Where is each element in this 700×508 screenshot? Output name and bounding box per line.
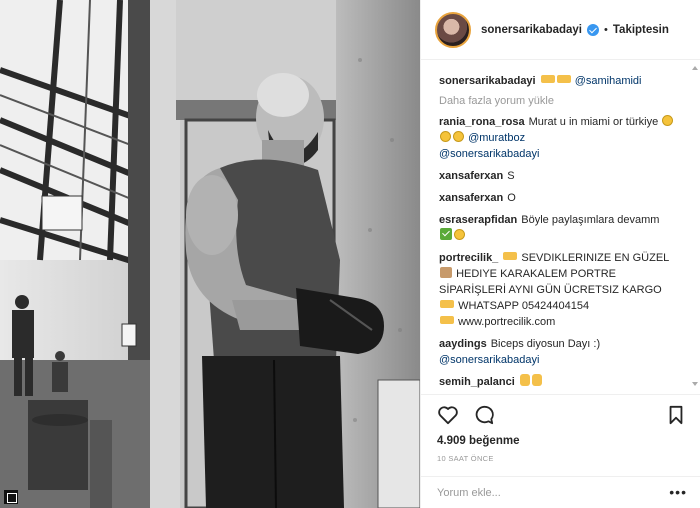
following-button[interactable]: Takiptesin (613, 24, 669, 36)
avatar[interactable] (435, 11, 471, 48)
comment-mention[interactable]: @sonersarikabadayi (439, 148, 539, 160)
comment-text: Böyle paylaşımlara devamm (521, 214, 660, 226)
comment-username[interactable]: xansaferxan (439, 170, 503, 182)
add-comment-bar: ••• (421, 476, 700, 508)
comment-link[interactable]: www.portrecilik.com (458, 316, 555, 328)
post-username[interactable]: sonersarikabadayi (481, 24, 582, 36)
action-icons-row (435, 403, 687, 429)
pointing-hand-emoji-icon (440, 300, 454, 308)
comment-username[interactable]: xansaferxan (439, 192, 503, 204)
pointing-hand-emoji-icon (503, 252, 518, 260)
comment-item: portrecilik_ SEVDIKLERINIZE EN GÜZEL HED… (439, 250, 685, 330)
multi-photo-badge-icon (4, 490, 18, 504)
thumbs-up-emoji-icon (519, 374, 530, 386)
gym-photo-illustration (0, 0, 420, 508)
comment-text: WHATSAPP 05424404154 (458, 300, 590, 312)
comment-text: HEDIYE KARAKALEM PORTRE (456, 268, 617, 280)
crying-laughing-emoji-icon (662, 115, 674, 126)
heart-outline-icon[interactable] (437, 405, 459, 425)
comment-item: semih_palanci (439, 374, 685, 390)
picture-emoji-icon (440, 267, 452, 278)
crying-laughing-emoji-icon (453, 131, 464, 142)
comment-item: xansaferxan S (439, 168, 685, 184)
verified-badge-icon (587, 23, 600, 36)
comment-item: xansaferxan O (439, 190, 685, 206)
comment-item: aaydings Biceps diyosun Dayı :) @sonersar… (439, 336, 685, 368)
scroll-down-arrow-icon[interactable] (692, 382, 698, 386)
comment-text: SEVDIKLERINIZE EN GÜZEL (521, 252, 670, 264)
comment-mention[interactable]: @sonersarikabadayi (439, 354, 539, 366)
comment-username[interactable]: portrecilik_ (439, 252, 498, 264)
comment-username[interactable]: esraserapfidan (439, 214, 517, 226)
crying-laughing-emoji-icon (454, 229, 465, 240)
speech-bubble-icon[interactable] (473, 405, 495, 425)
comment-item: esraserapfidan Böyle paylaşımlara devamm (439, 212, 685, 244)
pointing-hand-emoji-icon (540, 75, 555, 83)
caption-mention[interactable]: @samihamidi (575, 75, 642, 87)
post-timestamp: 10 SAAT ÖNCE (437, 454, 494, 463)
comments-list[interactable]: sonersarikabadayi @samihamidi Daha fazla… (421, 61, 700, 393)
comment-item: rania_rona_rosa Murat u in miami or türki… (439, 114, 685, 162)
comment-mention[interactable]: @muratboz (468, 132, 525, 144)
pointing-hand-emoji-icon (440, 316, 454, 324)
more-options-icon[interactable]: ••• (669, 485, 687, 499)
post-actions: 4.909 beğenme 10 SAAT ÖNCE (421, 394, 700, 463)
post-header: sonersarikabadayi • Takiptesin (421, 0, 700, 60)
likes-count[interactable]: 4.909 beğenme (435, 435, 687, 447)
comment-text: Biceps diyosun Dayı :) (490, 338, 601, 350)
pointing-hand-emoji-icon (556, 75, 571, 83)
crying-laughing-emoji-icon (440, 131, 451, 142)
comment-text: SİPARİŞLERİ AYNI GÜN ÜCRETSIZ KARGO (439, 284, 662, 296)
bookmark-outline-icon[interactable] (667, 405, 685, 425)
comments-scrollbar[interactable] (692, 66, 698, 386)
comment-username[interactable]: semih_palanci (439, 376, 515, 388)
caption: sonersarikabadayi @samihamidi (439, 73, 685, 89)
thumbs-up-emoji-icon (531, 374, 542, 386)
comment-text: O (507, 192, 516, 204)
caption-username[interactable]: sonersarikabadayi (439, 75, 536, 87)
comment-username[interactable]: rania_rona_rosa (439, 116, 525, 128)
header-separator: • (604, 23, 608, 36)
check-mark-emoji-icon (440, 228, 452, 240)
post-photo[interactable] (0, 0, 420, 508)
scroll-up-arrow-icon[interactable] (692, 66, 698, 70)
post-details-panel: sonersarikabadayi • Takiptesin sonersari… (420, 0, 700, 508)
comment-username[interactable]: aaydings (439, 338, 487, 350)
comment-text: Murat u in miami or türkiye (528, 116, 659, 128)
comment-text: S (507, 170, 515, 182)
load-more-comments-button[interactable]: Daha fazla yorum yükle (439, 95, 685, 107)
comment-input[interactable] (437, 486, 637, 499)
